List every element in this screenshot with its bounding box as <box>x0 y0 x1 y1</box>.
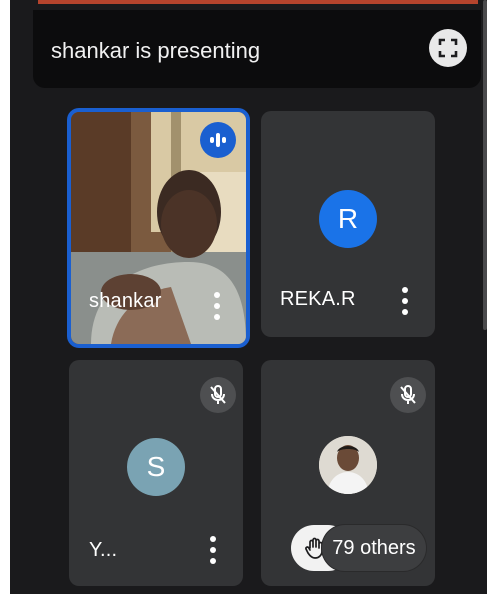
fullscreen-icon <box>438 38 458 58</box>
others-count-button[interactable]: 79 others <box>322 525 426 571</box>
muted-indicator <box>390 377 426 413</box>
dot <box>214 292 220 298</box>
dot <box>210 558 216 564</box>
presenting-text: shankar is presenting <box>51 38 261 63</box>
dot <box>210 547 216 553</box>
dot <box>402 298 408 304</box>
mic-off-icon <box>400 385 416 404</box>
participant-tile-y[interactable]: S Y... <box>69 360 243 586</box>
speaking-indicator-icon <box>210 133 226 147</box>
others-count-label: 79 others <box>332 536 416 559</box>
speaking-indicator <box>200 122 236 158</box>
dot <box>210 536 216 542</box>
more-options-button[interactable] <box>395 283 415 319</box>
dot <box>214 303 220 309</box>
more-options-button[interactable] <box>203 532 223 568</box>
person-photo <box>319 436 377 494</box>
dot <box>402 309 408 315</box>
top-accent-bar <box>38 0 478 4</box>
avatar-photo <box>319 436 377 494</box>
fullscreen-button[interactable] <box>429 29 467 67</box>
participant-tile-reka[interactable]: R REKA.R <box>261 111 435 337</box>
meeting-screen: shankar is presenting shankar R REKA.R S… <box>10 0 487 594</box>
participant-name: REKA.R <box>280 288 356 310</box>
avatar: S <box>127 438 185 496</box>
mic-off-icon <box>210 385 226 404</box>
participant-name: shankar <box>89 290 162 312</box>
avatar-letter: R <box>337 203 359 234</box>
avatar-letter: S <box>146 451 166 482</box>
presenting-banner: shankar is presenting <box>33 10 481 88</box>
participant-tile-shankar[interactable]: shankar <box>67 108 250 348</box>
scrollbar[interactable] <box>483 0 487 330</box>
participant-name: Y... <box>89 539 118 561</box>
avatar: R <box>319 190 377 248</box>
dot <box>214 314 220 320</box>
more-options-button[interactable] <box>207 288 227 324</box>
dot <box>402 287 408 293</box>
muted-indicator <box>200 377 236 413</box>
